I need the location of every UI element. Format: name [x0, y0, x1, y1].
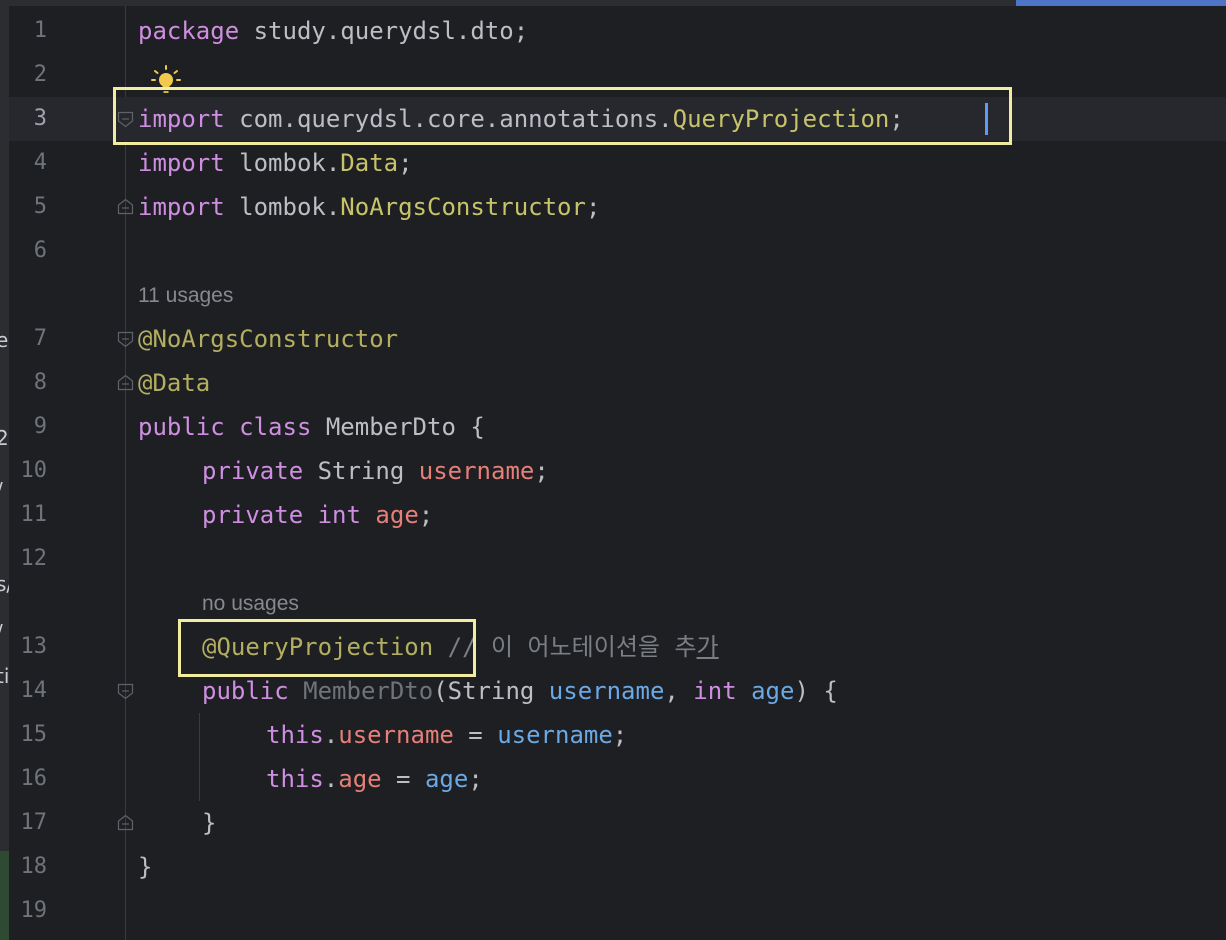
- code-line[interactable]: 15 this.username = username;: [0, 713, 1226, 757]
- field-name: age: [375, 501, 419, 529]
- keyword: public: [138, 413, 225, 441]
- code-line[interactable]: 19: [0, 889, 1226, 933]
- fold-end-icon[interactable]: [117, 374, 134, 391]
- keyword: public: [202, 677, 289, 705]
- code-line[interactable]: 12: [0, 537, 1226, 581]
- parameter-name: age: [424, 765, 469, 793]
- annotation[interactable]: @NoArgsConstructor: [138, 317, 398, 361]
- import-highlight-box: [113, 87, 1012, 145]
- type-name: String: [303, 457, 419, 485]
- punctuation: ;: [612, 721, 628, 749]
- punctuation: ) {: [794, 677, 838, 705]
- line-number: 1: [33, 18, 47, 43]
- punctuation: ;: [398, 149, 413, 177]
- code-line[interactable]: 16 this.age = age;: [0, 757, 1226, 801]
- line-number: 8: [33, 370, 47, 395]
- line-number: 9: [33, 414, 47, 439]
- line-number: 7: [33, 326, 47, 351]
- line-number: 11: [20, 502, 48, 527]
- keyword: this: [266, 721, 324, 749]
- code-line[interactable]: 4 import lombok.Data;: [0, 141, 1226, 185]
- code-text[interactable]: import lombok.NoArgsConstructor;: [138, 185, 600, 229]
- code-text[interactable]: this.username = username;: [266, 713, 627, 757]
- code-text[interactable]: private int age;: [202, 493, 433, 537]
- punctuation: ;: [418, 501, 434, 529]
- code-line[interactable]: 18 }: [0, 845, 1226, 889]
- line-number: 18: [20, 854, 48, 879]
- punctuation: .: [323, 765, 339, 793]
- fold-end-icon[interactable]: [117, 814, 134, 831]
- active-tab-indicator: [1016, 0, 1226, 6]
- keyword: private: [202, 457, 304, 485]
- line-number: 6: [33, 238, 47, 263]
- parameter-name: age: [751, 677, 795, 705]
- closing-brace[interactable]: }: [138, 845, 152, 889]
- line-number: 16: [20, 766, 48, 791]
- line-number: 19: [20, 898, 48, 923]
- usages-inlay-hint[interactable]: 11 usages: [138, 281, 233, 311]
- keyword: int: [693, 677, 737, 705]
- code-text[interactable]: package study.querydsl.dto;: [138, 9, 528, 53]
- punctuation: (String: [433, 677, 549, 705]
- parameter-name: username: [548, 677, 665, 705]
- code-line[interactable]: 7 @NoArgsConstructor: [0, 317, 1226, 361]
- code-line[interactable]: 11 private int age;: [0, 493, 1226, 537]
- punctuation: ;: [585, 193, 601, 221]
- line-number: 13: [20, 634, 48, 659]
- line-number: 2: [33, 62, 47, 87]
- fold-end-icon[interactable]: [117, 198, 134, 215]
- keyword: import: [138, 193, 225, 221]
- code-text[interactable]: this.age = age;: [266, 757, 483, 801]
- comment: 가: [696, 633, 719, 661]
- package-name: study.querydsl.dto;: [239, 17, 529, 45]
- code-line[interactable]: 17 }: [0, 801, 1226, 845]
- keyword: this: [266, 765, 324, 793]
- import-path: lombok.: [224, 193, 341, 221]
- usages-inlay-hint[interactable]: no usages: [202, 589, 299, 619]
- field-name: age: [338, 765, 382, 793]
- class-reference: Data: [340, 149, 399, 177]
- code-line[interactable]: 6: [0, 229, 1226, 273]
- punctuation: ,: [664, 677, 694, 705]
- parameter-name: username: [497, 721, 613, 749]
- import-path: lombok.: [224, 149, 341, 177]
- line-number: 3: [33, 106, 47, 131]
- annotation[interactable]: @Data: [138, 361, 210, 405]
- code-line[interactable]: 10 private String username;: [0, 449, 1226, 493]
- class-reference: NoArgsConstructor: [340, 193, 586, 221]
- line-number: 12: [20, 546, 48, 571]
- annotation-highlight-box: [178, 619, 476, 677]
- line-number: 17: [20, 810, 48, 835]
- line-number: 5: [33, 194, 47, 219]
- code-line[interactable]: 9 public class MemberDto {: [0, 405, 1226, 449]
- code-text[interactable]: public class MemberDto {: [138, 405, 485, 449]
- code-text[interactable]: import lombok.Data;: [138, 141, 413, 185]
- constructor-name: MemberDto: [288, 677, 434, 705]
- keyword: package: [138, 17, 240, 45]
- fold-collapse-icon[interactable]: [117, 331, 134, 348]
- operator: =: [453, 721, 498, 749]
- punctuation: ;: [468, 765, 483, 793]
- line-number: 14: [20, 678, 48, 703]
- keyword: int: [317, 501, 361, 529]
- code-line[interactable]: 1 package study.querydsl.dto;: [0, 9, 1226, 53]
- line-number: 4: [33, 150, 47, 175]
- editor-tab-bar: [0, 0, 1226, 6]
- code-line[interactable]: 8 @Data: [0, 361, 1226, 405]
- class-name: MemberDto {: [311, 413, 485, 441]
- code-line[interactable]: 5 import lombok.NoArgsConstructor;: [0, 185, 1226, 229]
- punctuation: ;: [534, 457, 549, 485]
- field-name: username: [418, 457, 535, 485]
- code-text[interactable]: private String username;: [202, 449, 549, 493]
- keyword: class: [224, 413, 312, 441]
- line-number: 15: [20, 722, 48, 747]
- field-name: username: [338, 721, 454, 749]
- operator: =: [381, 765, 425, 793]
- keyword: private: [202, 501, 304, 529]
- punctuation: .: [323, 721, 339, 749]
- line-number: 10: [20, 458, 48, 483]
- closing-brace[interactable]: }: [202, 801, 216, 845]
- fold-collapse-icon[interactable]: [117, 683, 134, 700]
- keyword: import: [138, 149, 225, 177]
